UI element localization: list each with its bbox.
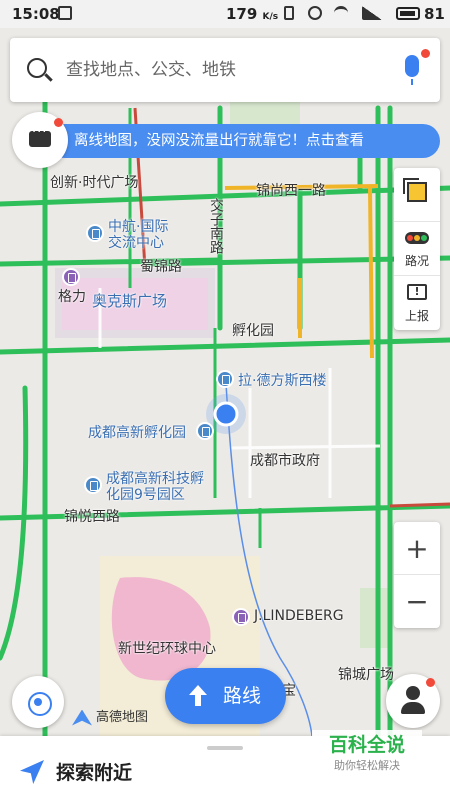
zoom-in-button[interactable]: + [394,522,440,575]
status-time: 15:08 [12,5,60,23]
report-label: 上报 [404,309,429,323]
signal-icon [362,6,382,20]
shop-poi-icon [62,268,80,286]
locate-me-button[interactable] [12,676,64,728]
sheet-title: 探索附近 [56,762,133,784]
traffic-icon [405,232,429,244]
amap-logo-icon [72,709,92,726]
vibrate-icon [284,6,294,20]
route-button[interactable]: 路线 [165,668,286,724]
navigation-arrow-icon [20,760,44,784]
search-bar[interactable] [10,38,440,102]
map-label-lade[interactable]: 拉·德方斯西楼 [238,370,326,390]
status-bar: 15:08 179 K/s 81 [0,0,450,28]
map-label-jinshang: 锦尚西一路 [256,183,326,199]
map-label-keji2[interactable]: 化园9号园区 [106,484,185,504]
building-poi-icon [196,422,214,440]
microphone-icon[interactable] [405,55,419,85]
map-label-jinyue: 锦悦西路 [64,509,120,525]
route-button-label: 路线 [223,685,262,707]
notification-icon [58,6,72,20]
building-poi-icon [216,370,234,388]
offline-map-banner[interactable]: 离线地图，没网没流量出行就靠它！点击查看 [48,124,440,158]
map-label-gaoxinfuhua[interactable]: 成都高新孵化园 [88,422,186,442]
search-input[interactable] [66,52,386,88]
map-label-shujin: 蜀锦路 [140,259,182,275]
map-label-jiaoliu[interactable]: 交流中心 [108,232,164,252]
map-label-jincheng: 锦城广场 [338,667,394,683]
shop-poi-icon [232,608,250,626]
map-label-xinshiji[interactable]: 新世纪环球中心 [118,638,216,658]
map-tools: 路况 ! 上报 [394,168,440,330]
map-label-chuangxin: 创新·时代广场 [50,175,139,191]
notification-dot [421,49,430,58]
building-poi-icon [84,476,102,494]
watermark: 百科全说 助你轻松解决 [312,730,422,774]
wifi-icon [334,6,348,20]
search-icon [27,58,47,78]
message-button[interactable] [12,112,68,168]
message-icon [29,125,51,147]
map-label-zhengfu: 成都市政府 [250,453,320,469]
report-button[interactable]: ! 上报 [394,276,440,330]
map-label-lindeberg[interactable]: J.LINDEBERG [254,608,344,624]
building-poi-icon [86,224,104,242]
notification-dot [54,118,63,127]
layers-button[interactable] [394,168,440,222]
map-label-jiaozi: 交子南路 [208,198,224,254]
zoom-control: + − [394,522,440,628]
report-icon: ! [407,284,427,300]
traffic-label: 路况 [404,254,429,268]
map-label-fuhuayuan: 孵化园 [232,323,274,339]
notification-dot [426,678,435,687]
zoom-out-button[interactable]: − [394,575,440,628]
battery-icon [396,7,420,20]
network-speed: 179 K/s [226,5,279,23]
map-label-aokesi[interactable]: 奥克斯广场 [92,290,167,311]
user-profile-button[interactable] [386,674,440,728]
traffic-button[interactable]: 路况 [394,222,440,276]
route-arrow-icon [189,685,207,706]
battery-level: 81 [424,5,445,23]
map-label-geli: 格力 [58,289,86,305]
amap-logo: 高德地图 [72,706,148,726]
layers-icon [403,178,427,202]
sheet-drag-handle[interactable] [207,746,243,750]
alarm-icon [308,6,322,20]
